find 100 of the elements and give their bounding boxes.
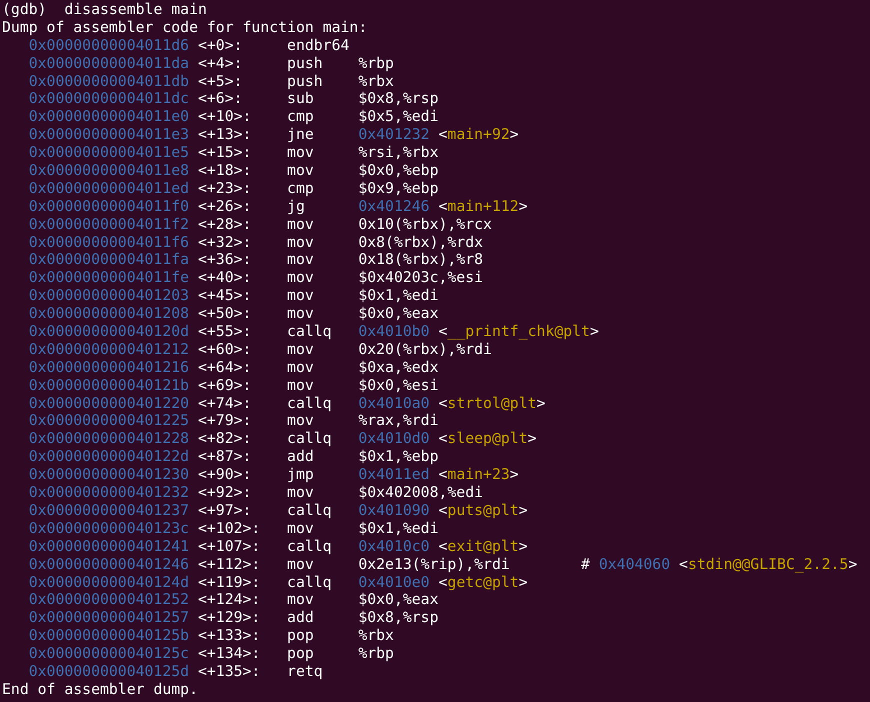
address-text: 0x00000000004011fa [28,251,190,268]
operand-text: $0xa,%edx [358,358,438,376]
operand-text: %rbx [358,72,394,90]
mnemonic-text: mov [287,376,314,394]
address-text: 0x0000000000401257 [28,609,190,626]
mnemonic-text: mov [287,484,314,502]
mnemonic-text: jne [287,126,314,144]
offset-text: <+69>: [198,376,252,394]
operand-text: 0x401232 <main+92> [358,126,519,144]
operand-text: 0x2e13(%rip),%rdi [358,556,510,573]
offset-text: <+32>: [198,234,252,251]
mnemonic-text: mov [287,305,314,322]
address-text: 0x000000000040125c [28,645,190,662]
address-text: 0x0000000000401203 [28,287,190,304]
output-text: Dump of assembler code for function main: [2,18,368,36]
address-text: 0x0000000000401230 [28,466,190,484]
mnemonic-text: sub [287,90,314,108]
address-text: 0x0000000000401212 [28,340,190,358]
offset-text: <+60>: [198,340,252,358]
offset-text: <+74>: [198,394,252,412]
operand-text: 0x10(%rbx),%rcx [358,216,492,233]
address-text: 0x00000000004011da [28,54,190,72]
offset-text: <+87>: [198,448,252,466]
address-text: 0x0000000000401237 [28,502,190,519]
mnemonic-text: add [287,448,314,466]
address-text: 0x0000000000401216 [28,358,190,376]
mnemonic-text: mov [287,162,314,180]
offset-text: <+36>: [198,251,252,268]
offset-text: <+5>: [198,72,243,90]
address-text: 0x00000000004011e8 [28,162,190,180]
operand-text: $0x0,%ebp [358,162,438,180]
mnemonic-text: mov [287,556,314,573]
mnemonic-text: mov [287,358,314,376]
offset-text: <+50>: [198,305,252,322]
mnemonic-text: mov [287,234,314,251]
operand-text: $0x0,%eax [358,305,438,322]
operand-text: $0x0,%esi [358,376,438,394]
address-text: 0x0000000000401228 [28,430,190,448]
offset-text: <+55>: [198,323,252,340]
operand-text: $0x1,%edi [358,520,438,537]
operand-text: $0x40203c,%esi [358,269,484,286]
operand-text: %rax,%rdi [358,412,438,430]
address-text: 0x00000000004011f0 [28,198,190,215]
mnemonic-text: callq [287,323,332,340]
mnemonic-text: mov [287,216,314,233]
address-text: 0x000000000040121b [28,376,190,394]
address-text: 0x000000000040123c [28,520,190,537]
address-text: 0x0000000000401241 [28,538,190,555]
offset-text: <+112>: [198,556,260,573]
address-text: 0x000000000040125d [28,662,190,680]
mnemonic-text: cmp [287,108,314,126]
offset-text: <+28>: [198,216,252,233]
mnemonic-text: mov [287,520,314,537]
address-text: 0x00000000004011e3 [28,126,190,144]
offset-text: <+129>: [198,609,260,626]
operand-text: 0x4010d0 <sleep@plt> [358,430,537,448]
mnemonic-text: mov [287,287,314,304]
offset-text: <+13>: [198,126,252,144]
operand-text: $0x1,%ebp [358,448,438,466]
offset-text: <+40>: [198,269,252,286]
mnemonic-text: pop [287,645,314,662]
offset-text: <+107>: [198,538,260,555]
address-text: 0x00000000004011db [28,72,190,90]
mnemonic-text: retq [287,662,323,680]
offset-text: <+4>: [198,54,243,72]
mnemonic-text: mov [287,269,314,286]
comment-text: # 0x404060 <stdin@@GLIBC_2.2.5> [581,556,858,574]
operand-text: %rbx [358,627,394,644]
operand-text: 0x4010e0 <getc@plt> [358,574,528,590]
operand-text: 0x401090 <puts@plt> [358,502,528,519]
mnemonic-text: callq [287,574,332,590]
address-text: 0x00000000004011e0 [28,108,190,126]
address-text: 0x00000000004011fe [28,269,190,286]
mnemonic-text: jg [287,198,305,215]
address-text: 0x0000000000401208 [28,305,190,322]
offset-text: <+26>: [198,198,252,215]
offset-text: <+135>: [198,662,260,680]
address-text: 0x000000000040122d [28,448,190,466]
address-text: 0x00000000004011f2 [28,216,190,233]
address-text: 0x00000000004011e5 [28,144,190,162]
mnemonic-text: callq [287,430,332,448]
mnemonic-text: callq [287,538,332,555]
operand-text: $0x0,%eax [358,591,438,608]
operand-text: %rbp [358,54,394,72]
address-text: 0x0000000000401252 [28,591,190,608]
offset-text: <+45>: [198,287,252,304]
mnemonic-text: push [287,72,323,90]
operand-text: %rbp [358,645,394,662]
address-text: 0x00000000004011dc [28,90,190,108]
mnemonic-text: cmp [287,180,314,197]
offset-text: <+23>: [198,180,252,197]
mnemonic-text: mov [287,412,314,430]
address-text: 0x0000000000401232 [28,484,190,502]
offset-text: <+0>: [198,36,243,54]
offset-text: <+18>: [198,162,252,180]
mnemonic-text: mov [287,340,314,358]
address-text: 0x0000000000401246 [28,556,190,573]
operand-text: $0x9,%ebp [358,180,438,197]
offset-text: <+134>: [198,645,260,662]
mnemonic-text: push [287,54,323,72]
